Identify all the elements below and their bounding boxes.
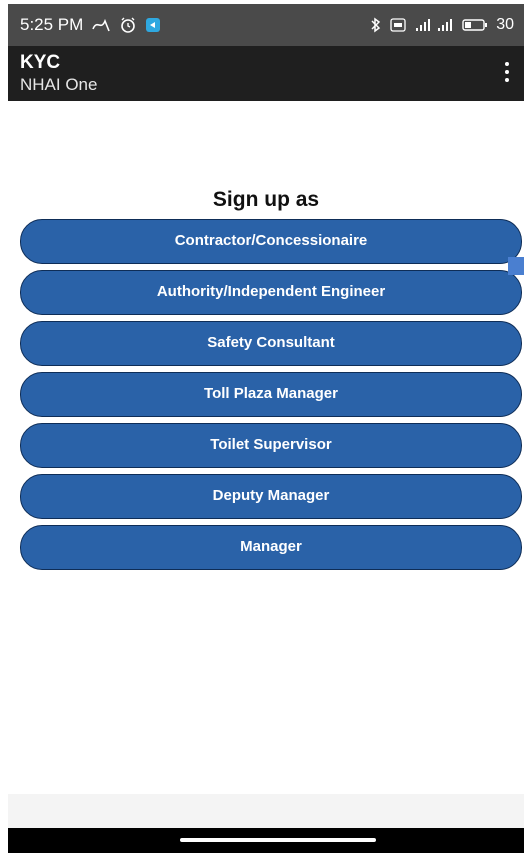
sign-up-heading: Sign up as (212, 188, 320, 211)
page-title: KYC (20, 52, 61, 73)
battery-icon (462, 18, 488, 32)
gesture-icon (91, 17, 111, 33)
home-indicator[interactable] (180, 838, 376, 842)
alarm-icon (119, 16, 137, 34)
volte-icon (390, 18, 406, 32)
role-button-safety-consultant[interactable]: Safety Consultant (20, 321, 522, 366)
role-button-contractor[interactable]: Contractor/Concessionaire (20, 219, 522, 264)
role-button-deputy-manager[interactable]: Deputy Manager (20, 474, 522, 519)
role-button-authority[interactable]: Authority/Independent Engineer (20, 270, 522, 315)
app-notification-icon (145, 17, 161, 33)
role-button-manager[interactable]: Manager (20, 525, 522, 570)
bluetooth-icon (370, 17, 382, 33)
status-left: 5:25 PM (20, 15, 161, 35)
role-button-toll-plaza-manager[interactable]: Toll Plaza Manager (20, 372, 522, 417)
floating-side-tab[interactable] (508, 257, 524, 275)
navigation-bar (8, 828, 524, 853)
signal-icon (414, 18, 454, 32)
role-button-toilet-supervisor[interactable]: Toilet Supervisor (20, 423, 522, 468)
footer-bar (8, 794, 524, 828)
status-bar: 5:25 PM 30 (8, 4, 524, 46)
status-time: 5:25 PM (20, 15, 84, 34)
app-bar: KYC NHAI One (8, 46, 524, 101)
app-subtitle: NHAI One (20, 75, 98, 94)
role-button-list: Contractor/Concessionaire Authority/Inde… (20, 219, 522, 576)
battery-percent: 30 (496, 16, 514, 33)
phone-screen: 5:25 PM 30 KYC NHAI One Sign up as Contr… (8, 4, 524, 828)
more-vert-icon[interactable] (500, 62, 514, 88)
status-right: 30 (370, 16, 514, 34)
